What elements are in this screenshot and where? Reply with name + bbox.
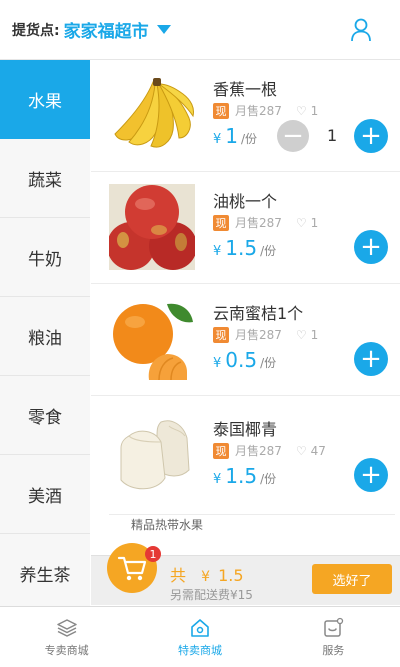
add-to-cart-button[interactable]: + <box>354 342 388 376</box>
pickup-label: 提货点: <box>12 22 60 39</box>
app-root: 提货点: 家家福超市 水果 蔬菜 牛奶 粮油 零食 美酒 养生茶 香蕉一根 现 … <box>0 0 400 667</box>
in-stock-badge: 现 <box>213 102 229 119</box>
monthly-sales: 月售287 <box>235 216 282 230</box>
nav-item-specialty-mall[interactable]: 专卖商城 <box>0 607 133 667</box>
monthly-sales: 月售287 <box>235 104 282 118</box>
divider <box>109 514 395 515</box>
like-count: 1 <box>310 215 319 230</box>
price-unit: /份 <box>241 132 258 146</box>
category-sidebar: 水果 蔬菜 牛奶 粮油 零食 美酒 养生茶 <box>0 60 90 613</box>
product-name: 油桃一个 <box>213 192 278 211</box>
banana-image <box>109 72 195 158</box>
cart-count-badge: 1 <box>145 546 161 562</box>
header-bar: 提货点: 家家福超市 <box>0 0 400 60</box>
product-price: ¥ 1 /份 <box>213 124 257 148</box>
product-meta: 现 月售287 ♡ 1 <box>213 214 318 231</box>
currency-symbol: ¥ <box>213 472 222 487</box>
add-to-cart-button[interactable]: + <box>354 119 388 153</box>
currency-symbol: ¥ <box>213 356 222 371</box>
product-price: ¥ 1.5 /份 <box>213 236 276 260</box>
cart-total: 共 ¥ 1.5 <box>170 562 244 586</box>
heart-icon: ♡ <box>295 327 307 342</box>
currency-symbol: ¥ <box>213 132 222 147</box>
category-vegetables[interactable]: 蔬菜 <box>0 139 90 218</box>
product-price: ¥ 0.5 /份 <box>213 348 276 372</box>
product-price: ¥ 1.5 /份 <box>213 464 276 488</box>
product-item[interactable]: 香蕉一根 现 月售287 ♡ 1 ¥ 1 /份 − 1 + <box>91 60 400 172</box>
category-health-tea[interactable]: 养生茶 <box>0 534 90 613</box>
in-stock-badge: 现 <box>213 214 229 231</box>
add-to-cart-button[interactable]: + <box>354 230 388 264</box>
product-name: 香蕉一根 <box>213 80 278 99</box>
user-icon[interactable] <box>350 18 372 42</box>
product-name: 泰国椰青 <box>213 420 278 439</box>
coconut-image <box>109 412 195 498</box>
category-fruit[interactable]: 水果 <box>0 60 90 139</box>
shopping-cart-icon <box>117 556 147 581</box>
product-item[interactable]: 油桃一个 现 月售287 ♡ 1 ¥ 1.5 /份 + <box>91 172 400 284</box>
likes[interactable]: ♡ 1 <box>296 328 318 342</box>
total-amount: 1.5 <box>218 566 244 585</box>
product-name: 云南蜜桔1个 <box>213 304 304 323</box>
nav-label: 特卖商城 <box>177 643 222 657</box>
price-value: 0.5 <box>225 348 258 372</box>
price-unit: /份 <box>260 244 277 258</box>
likes[interactable]: ♡ 1 <box>296 104 318 118</box>
nav-label: 专卖商城 <box>44 643 89 657</box>
currency-symbol: ¥ <box>213 244 222 259</box>
bottom-nav: 专卖商城 特卖商城 服务 <box>0 606 400 667</box>
caret-down-icon[interactable] <box>156 25 171 34</box>
price-unit: /份 <box>260 472 277 486</box>
like-count: 1 <box>310 103 319 118</box>
total-label: 共 <box>170 566 187 585</box>
price-value: 1 <box>225 124 239 148</box>
product-item[interactable]: 云南蜜桔1个 现 月售287 ♡ 1 ¥ 0.5 /份 + <box>91 284 400 396</box>
heart-icon: ♡ <box>295 215 307 230</box>
price-unit: /份 <box>260 356 277 370</box>
heart-icon: ♡ <box>295 443 307 458</box>
like-count: 47 <box>310 443 326 458</box>
currency-symbol: ¥ <box>201 569 211 585</box>
nav-item-service[interactable]: 服务 <box>267 607 400 667</box>
category-grain-oil[interactable]: 粮油 <box>0 297 90 376</box>
service-icon <box>324 617 344 637</box>
monthly-sales: 月售287 <box>235 328 282 342</box>
in-stock-badge: 现 <box>213 442 229 459</box>
category-wine[interactable]: 美酒 <box>0 455 90 534</box>
product-meta: 现 月售287 ♡ 1 <box>213 326 318 343</box>
category-milk[interactable]: 牛奶 <box>0 218 90 297</box>
add-to-cart-button[interactable]: + <box>354 458 388 492</box>
price-value: 1.5 <box>225 464 258 488</box>
nav-item-flash-sale-mall[interactable]: 特卖商城 <box>133 607 266 667</box>
section-note: 精品热带水果 <box>131 518 204 532</box>
delivery-fee: 另需配送费¥15 <box>170 588 253 602</box>
like-count: 1 <box>310 327 319 342</box>
home-icon <box>191 618 209 637</box>
nectarine-image <box>109 184 195 270</box>
heart-icon: ♡ <box>295 103 307 118</box>
store-selector[interactable]: 家家福超市 <box>64 17 149 42</box>
likes[interactable]: ♡ 47 <box>296 444 326 458</box>
product-meta: 现 月售287 ♡ 1 <box>213 102 318 119</box>
category-snacks[interactable]: 零食 <box>0 376 90 455</box>
mandarin-image <box>109 296 195 382</box>
product-meta: 现 月售287 ♡ 47 <box>213 442 326 459</box>
confirm-button[interactable]: 选好了 <box>312 564 392 594</box>
likes[interactable]: ♡ 1 <box>296 216 318 230</box>
product-list: 香蕉一根 现 月售287 ♡ 1 ¥ 1 /份 − 1 + 油桃一个 现 月售2… <box>91 60 400 550</box>
monthly-sales: 月售287 <box>235 444 282 458</box>
nav-label: 服务 <box>322 643 345 657</box>
price-value: 1.5 <box>225 236 258 260</box>
in-stock-badge: 现 <box>213 326 229 343</box>
quantity-value: 1 <box>327 126 338 145</box>
decrease-quantity-button[interactable]: − <box>277 120 309 152</box>
layers-icon <box>56 618 77 637</box>
